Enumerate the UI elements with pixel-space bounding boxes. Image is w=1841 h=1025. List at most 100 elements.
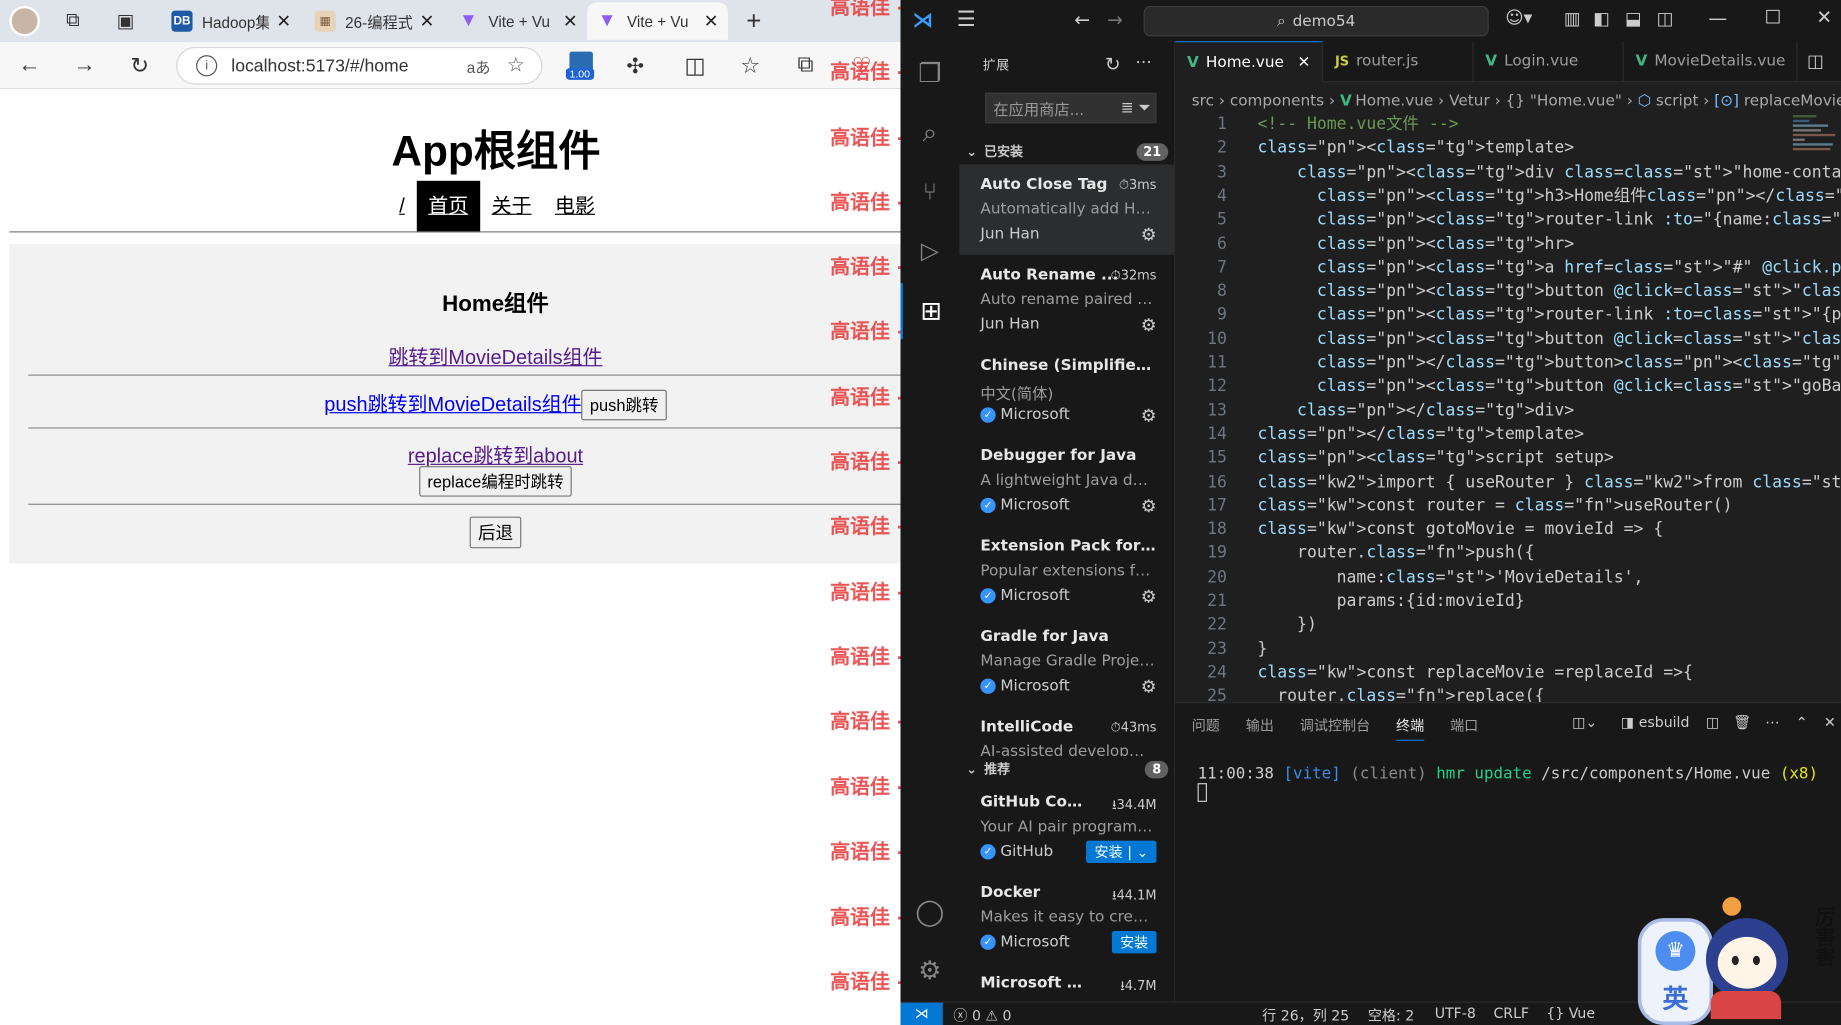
info-icon[interactable]: i [196,55,218,77]
nav-link-movie[interactable]: 电影 [543,181,606,233]
more-icon[interactable]: ⋯ [1765,714,1779,730]
toggle-secondary-icon[interactable]: ◫ [1657,8,1674,29]
trash-icon[interactable]: 🗑 [1733,714,1751,730]
back-button[interactable]: 后退 [469,516,522,549]
extension-search-input[interactable]: 在应用商店... ≣ ⏷ [985,92,1157,124]
close-icon[interactable]: ✕ [563,11,578,32]
tab-home-vue[interactable]: V Home.vue ✕ [1175,41,1324,83]
recommended-section-header[interactable]: ⌄ 推荐 8 [966,760,1169,779]
ime-widget[interactable]: ♛ 英 厉害害 [1637,883,1840,1025]
clear-filter-icon[interactable]: ≣ [1121,99,1134,117]
tab-output[interactable]: 输出 [1246,715,1274,741]
tab-ports[interactable]: 端口 [1450,715,1478,741]
extensions-icon[interactable]: ⊞ [900,282,960,340]
tab-actions-icon[interactable]: ▣ [112,7,140,35]
run-debug-icon[interactable]: ▷ [901,222,960,278]
code-line[interactable]: 25 router.class="fn">replace({ [1175,685,1841,702]
code-line[interactable]: 11 class="pn"></class="tg">button>class=… [1175,351,1841,374]
cursor-position[interactable]: 行 26，列 25 [1262,1005,1349,1025]
maximize-icon[interactable]: ☐ [1765,6,1782,28]
manage-gear-icon[interactable]: ⚙ [1141,676,1157,697]
push-button[interactable]: push跳转 [581,389,667,421]
extension-item[interactable]: GitHub Cop... ⭳34.4M Your AI pair progra… [959,782,1174,872]
tab-moviedetails-vue[interactable]: V MovieDetails.vue [1624,41,1798,83]
favorite-star-icon[interactable]: ☆ [507,54,525,77]
language-mode[interactable]: {} Vue [1546,1005,1595,1021]
menu-icon[interactable]: ☰ [957,7,976,32]
code-line[interactable]: 23} [1175,637,1841,660]
source-control-icon[interactable]: ⑂ [901,163,960,219]
code-line[interactable]: 16 class="kw2">import { useRouter } class… [1175,470,1841,493]
movie-details-link[interactable]: 跳转到MovieDetails组件 [388,346,602,368]
read-aloud-icon[interactable]: aあ [467,55,491,77]
tab-login-vue[interactable]: V Login.vue [1473,41,1624,83]
extension-item[interactable]: Docker ⭳44.1M Makes it easy to create...… [959,872,1174,962]
code-line[interactable]: 3 class="pn"><class="tg">div class=class… [1175,160,1841,183]
split-terminal-icon[interactable]: ◫ [1706,714,1719,730]
extension-item[interactable]: IntelliCode ⏱43ms AI-assisted developmen… [959,707,1174,757]
customize-layout-icon[interactable]: ▥ [1564,8,1581,29]
close-icon[interactable]: ✕ [1297,53,1310,71]
copilot-icon[interactable]: ☺▾ [1505,7,1532,28]
nav-link-root[interactable]: / [387,181,416,233]
maximize-panel-icon[interactable]: ⌃ [1796,714,1808,730]
manage-gear-icon[interactable]: ⚙ [1141,224,1157,245]
search-icon[interactable]: ⌕ [901,104,960,160]
code-line[interactable]: 12 class="pn"><class="tg">button @click=… [1175,375,1841,398]
code-line[interactable]: 7 class="pn"><class="tg">a href=class="s… [1175,256,1841,279]
back-icon[interactable]: ← [13,49,46,82]
code-line[interactable]: 6 class="pn"><class="tg">hr> [1175,232,1841,255]
installed-section-header[interactable]: ⌄ 已安装 21 [966,142,1169,161]
extension-item[interactable]: Debugger for Java A lightweight Java deb… [959,436,1174,526]
manage-gear-icon[interactable]: ⚙ [1141,315,1157,336]
nav-link-home[interactable]: 首页 [416,180,480,233]
code-line[interactable]: 15 class="pn"><class="tg">script setup> [1175,446,1841,469]
refresh-icon[interactable]: ↻ [1105,53,1121,75]
code-line[interactable]: 20 name:class="st">'MovieDetails', [1175,566,1841,589]
minimap[interactable] [1792,113,1840,195]
code-line[interactable]: 8 class="pn"><class="tg">button @click=c… [1175,280,1841,303]
browser-tab[interactable]: ▦ 26-编程式 ✕ [305,2,444,40]
eol[interactable]: CRLF [1493,1005,1529,1021]
browser-tab[interactable]: DB Hadoop集 ✕ [162,2,301,40]
code-editor[interactable]: 1 <!-- Home.vue文件 --> 2 class="pn"><class="… [1175,113,1841,702]
manage-gear-icon[interactable]: ⚙ [1141,405,1157,426]
code-line[interactable]: 5 class="pn"><class="tg">router-link :to… [1175,208,1841,231]
code-line[interactable]: 14 class="pn"></class="tg">template> [1175,423,1841,446]
close-icon[interactable]: ✕ [276,11,291,32]
refresh-icon[interactable]: ↻ [123,49,156,82]
code-line[interactable]: 4 class="pn"><class="tg">h3>Home组件class=… [1175,184,1841,207]
manage-gear-icon[interactable]: ⚙ [1141,495,1157,516]
code-line[interactable]: 10 class="pn"><class="tg">button @click=… [1175,327,1841,350]
code-line[interactable]: 22 }) [1175,613,1841,636]
indentation[interactable]: 空格: 2 [1368,1005,1414,1025]
code-line[interactable]: 24 class="kw">const replaceMovie =replace… [1175,661,1841,684]
code-line[interactable]: 1 <!-- Home.vue文件 --> [1175,113,1841,136]
terminal-output[interactable]: 11:00:38 [vite] (client) hmr update /src… [1197,764,1818,802]
tab-debug-console[interactable]: 调试控制台 [1300,715,1370,741]
replace-button[interactable]: replace编程时跳转 [419,466,572,497]
toggle-sidebar-icon[interactable]: ◧ [1593,8,1610,29]
install-button[interactable]: 安装 [1111,931,1157,954]
code-line[interactable]: 9 class="pn"><class="tg">router-link :to… [1175,303,1841,326]
collections-icon[interactable]: ⧉ [59,7,87,35]
extension-item[interactable]: Extension Pack for Ja... Popular extensi… [959,526,1174,616]
forward-icon[interactable]: → [68,49,101,82]
minimize-icon[interactable]: — [1708,7,1727,29]
nav-back-icon[interactable]: ← [1074,8,1090,30]
url-field[interactable]: i localhost:5173/#/home aあ ☆ [176,46,543,85]
extension-badge[interactable]: 1.00 [565,51,597,83]
explorer-icon[interactable]: ❐ [901,46,960,102]
code-line[interactable]: 21 params:{id:movieId} [1175,589,1841,612]
toggle-panel-icon[interactable]: ⬓ [1625,8,1642,29]
nav-forward-icon[interactable]: → [1107,8,1123,30]
profile-avatar[interactable] [9,5,40,37]
tab-terminal[interactable]: 终端 [1396,715,1425,741]
tab-problems[interactable]: 问题 [1192,715,1220,741]
code-line[interactable]: 2 class="pn"><class="tg">template> [1175,137,1841,160]
tab-router-js[interactable]: JS router.js [1323,41,1474,83]
push-movie-link[interactable]: push跳转到MovieDetails组件 [324,393,581,415]
manage-gear-icon[interactable]: ⚙ [1141,586,1157,607]
remote-icon[interactable]: ⋊ [900,1002,943,1025]
browser-tab-active[interactable]: ▼ Vite + Vu ✕ [587,2,728,40]
